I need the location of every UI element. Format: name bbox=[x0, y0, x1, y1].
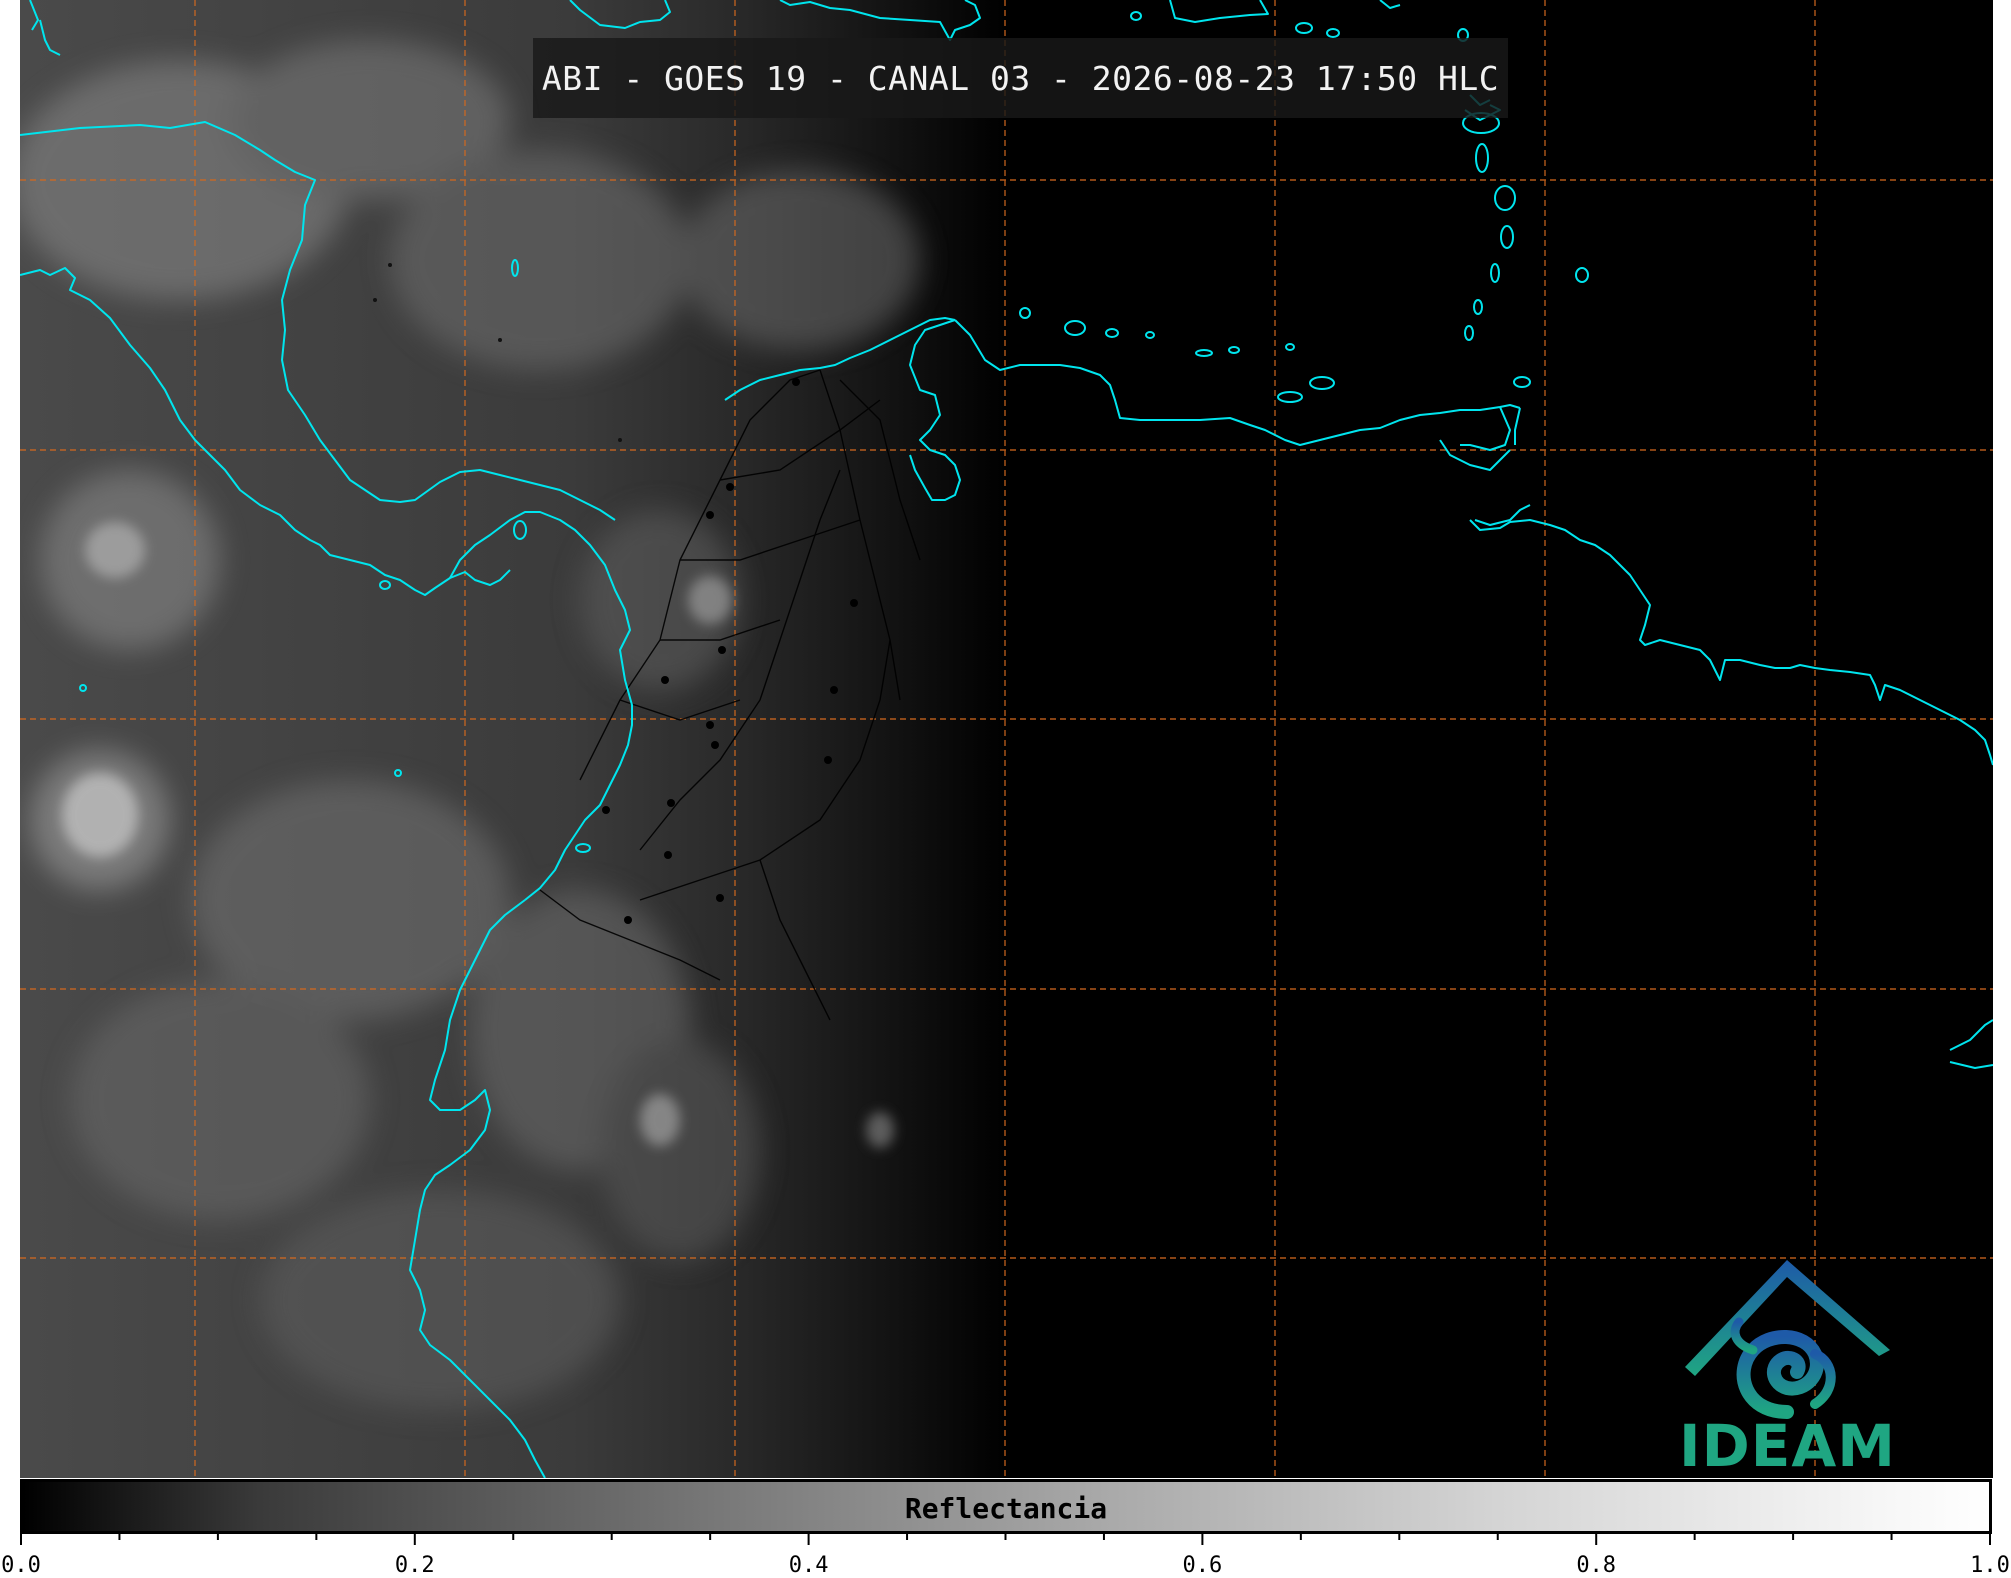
map-title: ABI - GOES 19 - CANAL 03 - 2026-08-23 17… bbox=[541, 58, 1500, 98]
colorbar-tick-label: 1.0 bbox=[1970, 1553, 2010, 1578]
ideam-logo: IDEAM bbox=[1665, 1252, 1910, 1478]
colorbar-tick-label: 0.6 bbox=[1182, 1553, 1223, 1578]
colorbar: Reflectancia bbox=[20, 1479, 1992, 1534]
ideam-emblem-icon bbox=[1685, 1260, 1890, 1419]
title-box: ABI - GOES 19 - CANAL 03 - 2026-08-23 17… bbox=[533, 38, 1508, 118]
colorbar-tick-label: 0.2 bbox=[394, 1553, 435, 1578]
satellite-map: ABI - GOES 19 - CANAL 03 - 2026-08-23 17… bbox=[20, 0, 1993, 1478]
colorbar-label: Reflectancia bbox=[904, 1492, 1108, 1525]
colorbar-ticks bbox=[20, 1532, 1991, 1545]
colorbar-tick-label: 0.4 bbox=[788, 1553, 829, 1578]
colorbar-tick-label: 0.8 bbox=[1576, 1553, 1617, 1578]
colorbar-tick-label: 0.0 bbox=[1, 1553, 41, 1578]
ideam-logo-text: IDEAM bbox=[1679, 1412, 1896, 1478]
